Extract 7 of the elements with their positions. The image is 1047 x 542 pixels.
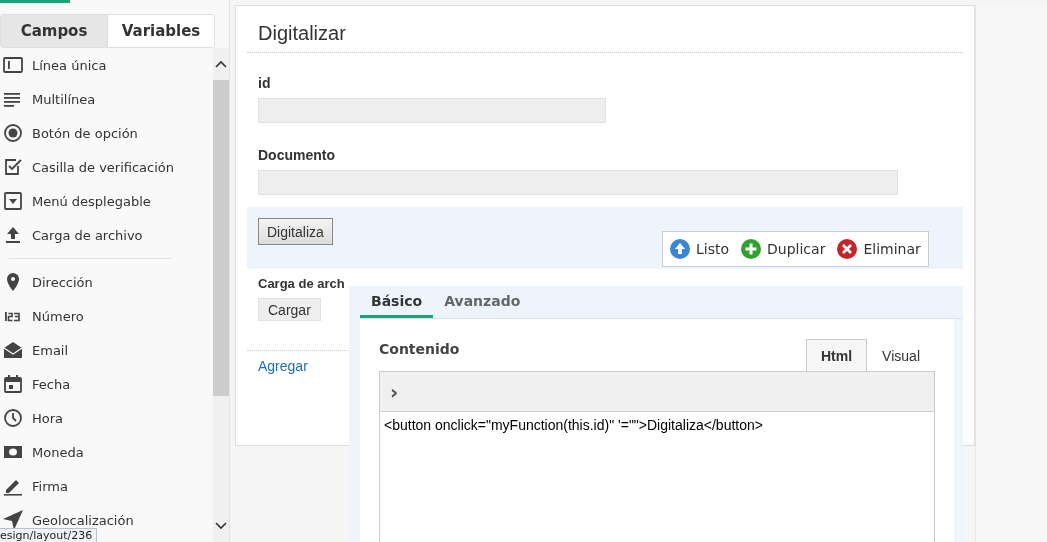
content-label: Contenido	[379, 341, 460, 357]
field-label: Carga de arch	[258, 276, 345, 291]
field-label: id	[258, 75, 272, 91]
url-tooltip: esign/layout/236	[0, 528, 98, 542]
field-label: Documento	[258, 147, 336, 163]
form-title: Digitalizar	[258, 22, 347, 46]
code-text: <button onclick="myFunction(this.id)" '="">Digitaliza</button>	[384, 417, 763, 433]
